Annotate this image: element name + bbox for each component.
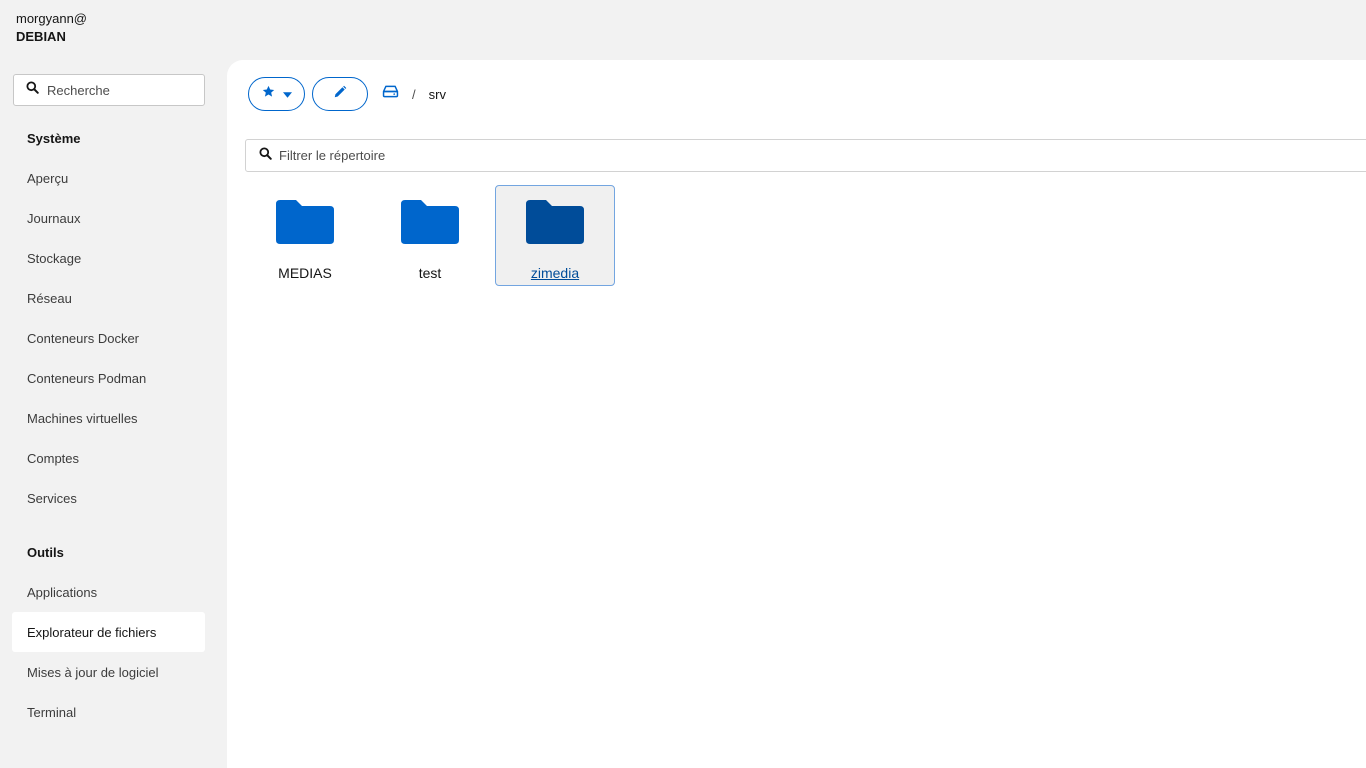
- edit-path-button[interactable]: [312, 77, 368, 111]
- sidebar-nav: Système Aperçu Journaux Stockage Réseau …: [12, 118, 205, 732]
- host-user: morgyann@: [16, 11, 88, 26]
- sidebar-item-machines-virtuelles[interactable]: Machines virtuelles: [12, 398, 205, 438]
- breadcrumb-separator: /: [412, 86, 416, 102]
- drive-icon: [382, 85, 399, 103]
- folder-grid: MEDIAS test zimedia: [245, 185, 615, 286]
- search-icon: [259, 146, 272, 165]
- sidebar-item-comptes[interactable]: Comptes: [12, 438, 205, 478]
- folder-item-test[interactable]: test: [370, 185, 490, 286]
- directory-filter-input[interactable]: [279, 148, 879, 163]
- breadcrumb-srv[interactable]: srv: [429, 87, 446, 102]
- sidebar-item-journaux[interactable]: Journaux: [12, 198, 205, 238]
- toolbar: / srv: [248, 77, 446, 111]
- caret-down-icon: [282, 85, 292, 103]
- sidebar-item-conteneurs-podman[interactable]: Conteneurs Podman: [12, 358, 205, 398]
- sidebar-item-terminal[interactable]: Terminal: [12, 692, 205, 732]
- sidebar-item-apercu[interactable]: Aperçu: [12, 158, 205, 198]
- directory-filter[interactable]: [245, 139, 1366, 172]
- sidebar-item-conteneurs-docker[interactable]: Conteneurs Docker: [12, 318, 205, 358]
- folder-item-medias[interactable]: MEDIAS: [245, 185, 365, 286]
- favorites-button[interactable]: [248, 77, 305, 111]
- nav-section-systeme: Système: [27, 130, 81, 146]
- breadcrumb-root[interactable]: [382, 85, 399, 103]
- folder-item-zimedia[interactable]: zimedia: [495, 185, 615, 286]
- sidebar-item-applications[interactable]: Applications: [12, 572, 205, 612]
- sidebar-item-stockage[interactable]: Stockage: [12, 238, 205, 278]
- host-name: DEBIAN: [16, 29, 66, 44]
- folder-icon: [276, 186, 334, 249]
- file-browser-panel: / srv MEDIAS test zimedia: [227, 60, 1366, 768]
- sidebar-item-services[interactable]: Services: [12, 478, 205, 518]
- sidebar-search-input[interactable]: [47, 82, 197, 98]
- host-header: morgyann@ DEBIAN: [16, 10, 87, 46]
- folder-label: test: [418, 265, 442, 281]
- pencil-icon: [333, 85, 347, 104]
- folder-label: zimedia: [530, 265, 580, 281]
- sidebar-search[interactable]: [13, 74, 205, 106]
- search-icon: [26, 81, 39, 99]
- nav-section-outils: Outils: [27, 544, 64, 560]
- sidebar-item-explorateur-de-fichiers[interactable]: Explorateur de fichiers: [12, 612, 205, 652]
- folder-icon: [401, 186, 459, 249]
- sidebar-item-reseau[interactable]: Réseau: [12, 278, 205, 318]
- folder-label: MEDIAS: [278, 265, 332, 281]
- star-icon: [262, 85, 275, 103]
- sidebar-item-mises-a-jour[interactable]: Mises à jour de logiciel: [12, 652, 205, 692]
- nav-gap: [12, 518, 205, 532]
- folder-icon: [526, 186, 584, 249]
